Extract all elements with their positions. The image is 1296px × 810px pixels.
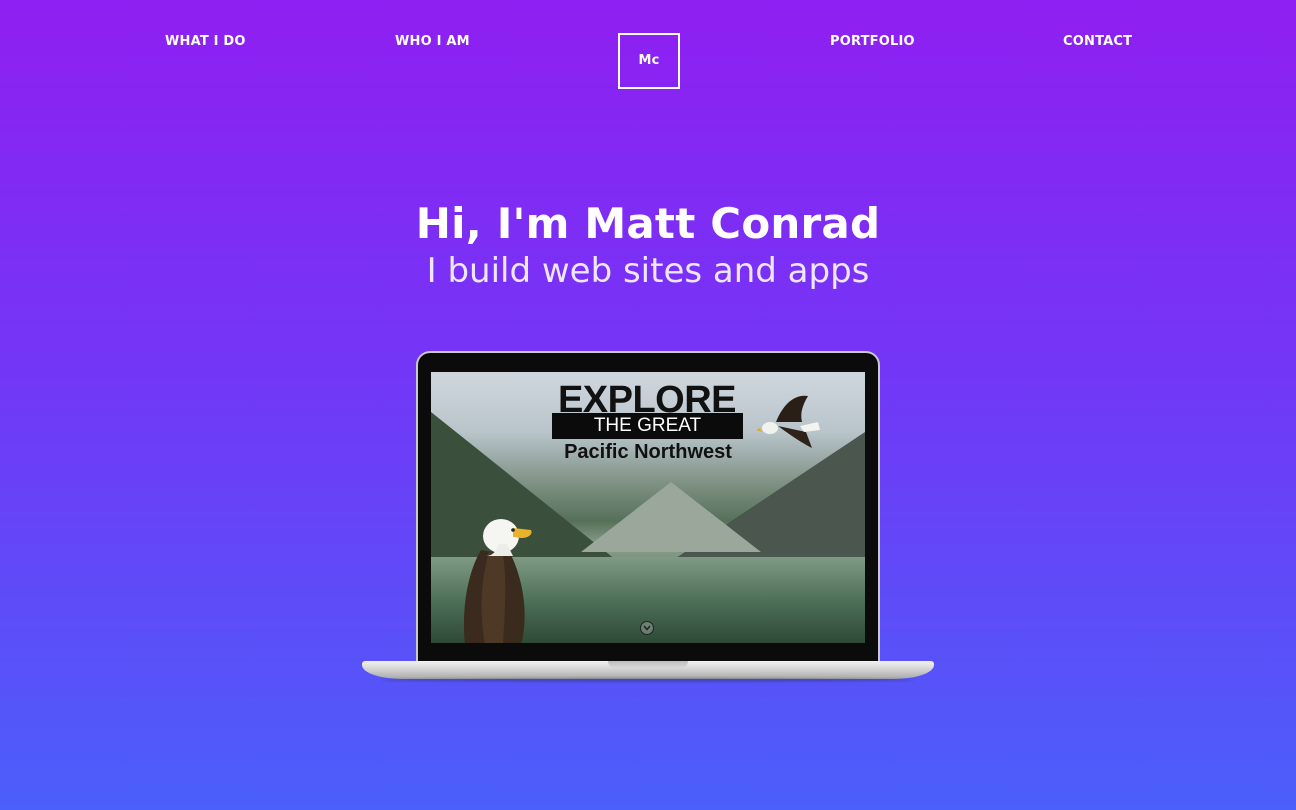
laptop-notch — [608, 661, 688, 668]
hero-subtitle: I build web sites and apps — [426, 251, 870, 291]
laptop-lid: EXPLORE THE GREAT Pacific Northwest — [416, 351, 880, 663]
chevron-down-circle-icon[interactable] — [640, 621, 654, 635]
promo-the-great-text: THE GREAT — [552, 413, 743, 439]
site-logo[interactable]: Mc — [618, 33, 680, 89]
nav-who-i-am[interactable]: WHO I AM — [395, 33, 470, 51]
hero-title: Hi, I'm Matt Conrad — [415, 199, 881, 248]
laptop-mockup: EXPLORE THE GREAT Pacific Northwest — [362, 350, 934, 684]
flying-eagle-image — [756, 395, 820, 448]
bald-eagle-image — [463, 519, 532, 643]
laptop-screen: EXPLORE THE GREAT Pacific Northwest — [431, 372, 865, 643]
laptop-shadow — [382, 678, 914, 682]
nav-contact[interactable]: CONTACT — [1063, 33, 1132, 51]
mountain-center — [581, 482, 761, 552]
promo-pacific-northwest-text: Pacific Northwest — [564, 441, 732, 463]
nav-portfolio[interactable]: PORTFOLIO — [830, 33, 915, 51]
nav-what-i-do[interactable]: WHAT I DO — [165, 33, 246, 51]
top-nav: WHAT I DO WHO I AM Mc PORTFOLIO CONTACT — [0, 0, 1296, 89]
